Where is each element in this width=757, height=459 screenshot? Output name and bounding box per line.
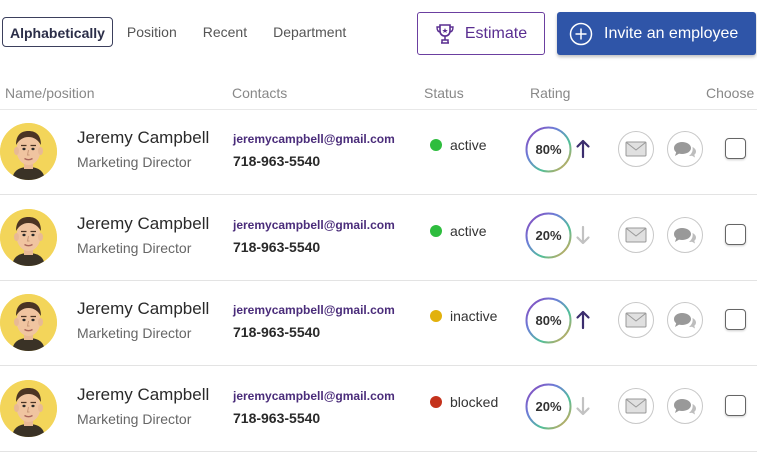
employee-name[interactable]: Jeremy Campbell xyxy=(77,299,209,319)
rating-badge: 80% xyxy=(525,297,572,344)
table-row: Jeremy Campbell Marketing Director jerem… xyxy=(0,110,757,195)
toolbar: Alphabetically Position Recent Departmen… xyxy=(0,0,757,64)
rating-value: 80% xyxy=(535,142,562,157)
rating-value: 20% xyxy=(535,227,562,243)
sort-tab-position[interactable]: Position xyxy=(127,17,177,47)
sort-tab-alphabetically[interactable]: Alphabetically xyxy=(2,17,113,47)
avatar[interactable] xyxy=(0,379,57,437)
table-header: Name/position Contacts Status Rating Cho… xyxy=(0,82,757,110)
send-message-button[interactable] xyxy=(667,216,703,253)
trophy-icon xyxy=(436,23,454,44)
envelope-icon xyxy=(625,227,647,242)
envelope-icon xyxy=(625,312,647,328)
arrow-down-icon xyxy=(575,225,591,250)
status-indicator: blocked xyxy=(430,394,498,410)
status-indicator: inactive xyxy=(430,308,497,324)
column-contacts[interactable]: Contacts xyxy=(232,85,287,101)
status-dot xyxy=(430,395,442,408)
sort-tab-department[interactable]: Department xyxy=(273,17,346,47)
avatar[interactable] xyxy=(0,123,57,180)
rating-badge: 20% xyxy=(525,383,572,430)
send-message-button[interactable] xyxy=(667,302,703,338)
table-row: Jeremy Campbell Marketing Director jerem… xyxy=(0,367,757,452)
employee-email[interactable]: jeremycampbell@gmail.com xyxy=(233,389,395,403)
column-status[interactable]: Status xyxy=(424,85,464,101)
employee-name[interactable]: Jeremy Campbell xyxy=(77,385,209,405)
sort-tabs: Alphabetically Position Recent Departmen… xyxy=(2,17,372,47)
employee-phone[interactable]: 718-963-5540 xyxy=(233,410,320,426)
employee-email[interactable]: jeremycampbell@gmail.com xyxy=(233,303,395,317)
employee-email[interactable]: jeremycampbell@gmail.com xyxy=(233,132,395,146)
employee-position: Marketing Director xyxy=(77,410,192,427)
status-indicator: active xyxy=(430,223,487,239)
select-checkbox[interactable] xyxy=(725,138,746,159)
status-dot xyxy=(430,310,442,322)
send-message-button[interactable] xyxy=(667,131,703,167)
plus-circle-icon xyxy=(569,22,593,45)
status-dot xyxy=(430,224,442,237)
send-email-button[interactable] xyxy=(618,131,654,167)
select-checkbox[interactable] xyxy=(725,309,746,330)
chat-bubbles-icon xyxy=(674,227,696,243)
send-email-button[interactable] xyxy=(618,387,654,424)
send-email-button[interactable] xyxy=(618,216,654,253)
table-row: Jeremy Campbell Marketing Director jerem… xyxy=(0,281,757,366)
invite-employee-button[interactable]: Invite an employee xyxy=(557,12,756,55)
employee-position: Marketing Director xyxy=(77,325,192,341)
employee-name[interactable]: Jeremy Campbell xyxy=(77,128,209,148)
rating-value: 20% xyxy=(535,398,562,414)
rating-badge: 20% xyxy=(525,212,572,259)
employee-phone[interactable]: 718-963-5540 xyxy=(233,153,320,169)
select-checkbox[interactable] xyxy=(725,394,746,416)
select-checkbox[interactable] xyxy=(725,223,746,245)
employee-name[interactable]: Jeremy Campbell xyxy=(77,214,209,234)
chat-bubbles-icon xyxy=(674,313,696,329)
envelope-icon xyxy=(625,398,647,413)
status-label: active xyxy=(450,137,487,153)
status-label: inactive xyxy=(450,308,498,324)
estimate-label: Estimate xyxy=(464,24,528,42)
arrow-up-icon xyxy=(575,310,591,335)
send-email-button[interactable] xyxy=(618,302,654,338)
status-label: blocked xyxy=(450,393,499,410)
rating-badge: 80% xyxy=(525,126,572,173)
sort-tab-recent[interactable]: Recent xyxy=(203,17,247,47)
arrow-up-icon xyxy=(575,139,591,164)
status-indicator: active xyxy=(430,137,487,153)
employee-phone[interactable]: 718-963-5540 xyxy=(233,324,320,340)
invite-label: Invite an employee xyxy=(604,24,739,42)
chat-bubbles-icon xyxy=(674,142,696,158)
table-row: Jeremy Campbell Marketing Director jerem… xyxy=(0,196,757,281)
envelope-icon xyxy=(625,141,647,157)
employee-position: Marketing Director xyxy=(77,154,192,170)
avatar[interactable] xyxy=(0,294,57,351)
arrow-down-icon xyxy=(575,396,591,421)
column-choose: Choose xyxy=(706,85,755,101)
chat-bubbles-icon xyxy=(674,398,696,414)
employee-email[interactable]: jeremycampbell@gmail.com xyxy=(233,218,395,232)
status-label: active xyxy=(450,222,487,239)
send-message-button[interactable] xyxy=(667,387,703,424)
avatar[interactable] xyxy=(0,208,57,266)
status-dot xyxy=(430,139,442,151)
rating-value: 80% xyxy=(535,313,562,328)
column-rating[interactable]: Rating xyxy=(530,85,570,101)
estimate-button[interactable]: Estimate xyxy=(417,12,545,55)
column-name-position[interactable]: Name/position xyxy=(5,85,95,101)
employee-phone[interactable]: 718-963-5540 xyxy=(233,239,320,255)
employee-position: Marketing Director xyxy=(77,239,192,256)
